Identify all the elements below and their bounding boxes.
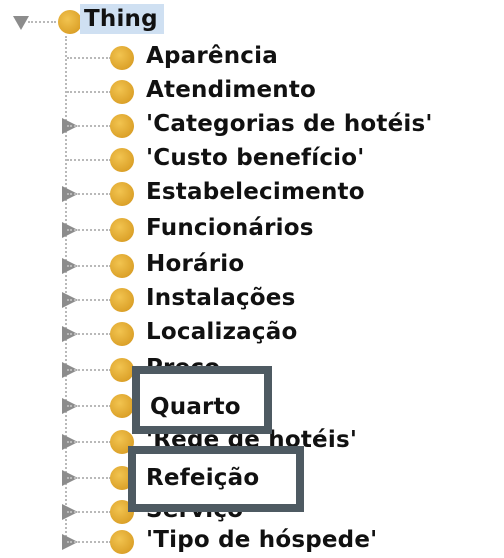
tree-node-label[interactable]: Instalações: [146, 283, 295, 313]
tree-connector: [67, 229, 111, 231]
class-hierarchy-tree: Thing Aparência Atendimento 'Categorias …: [0, 0, 504, 555]
tree-node[interactable]: 'Custo benefício': [0, 142, 504, 176]
tree-node[interactable]: 'Categorias de hotéis': [0, 108, 504, 142]
tree-connector: [67, 91, 111, 93]
triangle-down-icon[interactable]: [13, 16, 29, 30]
tree-connector: [67, 511, 111, 513]
tree-node-label[interactable]: 'Custo benefício': [146, 143, 364, 173]
tree-connector: [67, 265, 111, 267]
tree-node[interactable]: Horário: [0, 248, 504, 282]
tree-node-label[interactable]: Horário: [146, 249, 244, 279]
class-circle-icon: [110, 288, 134, 312]
tree-connector: [67, 369, 111, 371]
tree-node[interactable]: Estabelecimento: [0, 176, 504, 210]
class-circle-icon: [110, 148, 134, 172]
class-circle-icon: [58, 10, 82, 34]
tree-node-thing[interactable]: Thing: [0, 4, 504, 38]
tree-connector: [67, 159, 111, 161]
tree-connector: [67, 405, 111, 407]
tree-node-label[interactable]: 'Categorias de hotéis': [146, 109, 433, 139]
tree-node-label[interactable]: Estabelecimento: [146, 177, 365, 207]
tree-connector: [67, 541, 111, 543]
tree-connector: [67, 125, 111, 127]
tree-node[interactable]: Localização: [0, 316, 504, 350]
tree-connector: [67, 193, 111, 195]
tree-node-label[interactable]: Atendimento: [146, 75, 316, 105]
class-circle-icon: [110, 254, 134, 278]
class-circle-icon: [110, 182, 134, 206]
tree-node[interactable]: 'Tipo de hóspede': [0, 524, 504, 558]
class-circle-icon: [110, 530, 134, 554]
tree-connector: [67, 57, 111, 59]
tree-connector: [67, 477, 111, 479]
tree-node-label[interactable]: Funcionários: [146, 213, 314, 243]
tree-node-label[interactable]: Aparência: [146, 41, 278, 71]
class-circle-icon: [110, 218, 134, 242]
tree-connector: [67, 333, 111, 335]
class-circle-icon: [110, 80, 134, 104]
class-circle-icon: [110, 114, 134, 138]
highlight-box-quarto[interactable]: Quarto: [132, 366, 272, 434]
highlight-box-refeicao[interactable]: Refeição: [128, 446, 304, 512]
tree-node-label[interactable]: Thing: [80, 4, 164, 34]
tree-node-label[interactable]: Refeição: [146, 463, 259, 493]
tree-node-label[interactable]: 'Tipo de hóspede': [146, 525, 377, 555]
tree-node[interactable]: Instalações: [0, 282, 504, 316]
tree-connector: [28, 21, 56, 23]
tree-connector: [67, 441, 111, 443]
tree-connector: [67, 299, 111, 301]
class-circle-icon: [110, 322, 134, 346]
class-circle-icon: [110, 358, 134, 382]
tree-node-label[interactable]: Quarto: [150, 392, 241, 422]
tree-node[interactable]: Funcionários: [0, 212, 504, 246]
tree-node[interactable]: Aparência: [0, 40, 504, 74]
tree-node[interactable]: Atendimento: [0, 74, 504, 108]
class-circle-icon: [110, 46, 134, 70]
class-circle-icon: [110, 394, 134, 418]
tree-node-label[interactable]: Localização: [146, 317, 297, 347]
